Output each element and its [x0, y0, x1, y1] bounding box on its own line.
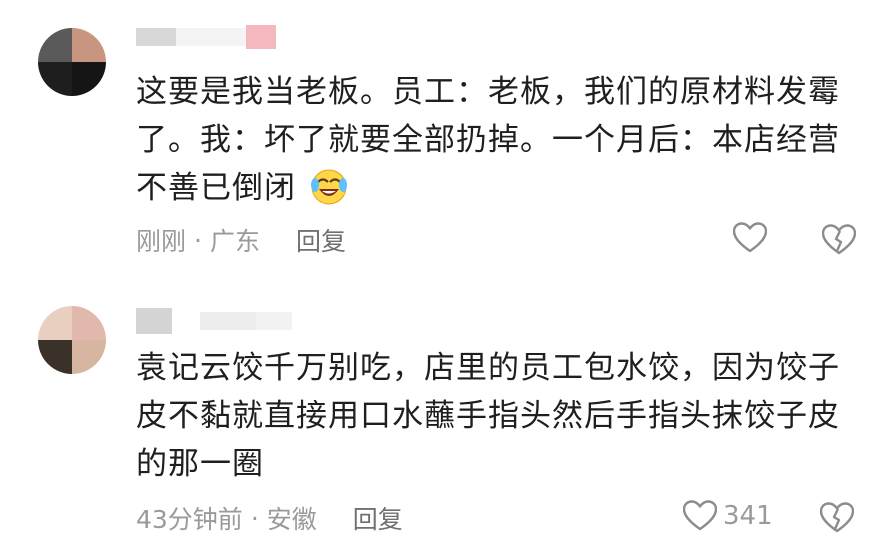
- username-blurred[interactable]: [136, 25, 276, 49]
- comment-time: 刚刚: [136, 227, 187, 256]
- comment-time: 43分钟前: [136, 505, 243, 534]
- avatar[interactable]: [38, 306, 106, 374]
- like-button[interactable]: 341: [683, 500, 773, 532]
- broken-heart-icon: [822, 224, 856, 256]
- like-count: 341: [723, 501, 773, 531]
- comment-text: 这要是我当老板。员工：老板，我们的原材料发霉了。我：坏了就要全部扔掉。一个月后：…: [136, 74, 840, 206]
- avatar[interactable]: [38, 28, 106, 96]
- comment-text: 袁记云饺千万别吃，店里的员工包水饺，因为饺子皮不黏就直接用口水蘸手指头然后手指头…: [136, 350, 840, 482]
- like-button[interactable]: [733, 222, 773, 254]
- heart-icon: [733, 222, 767, 254]
- heart-icon: [683, 500, 717, 532]
- crying-laughing-face-emoji: [309, 166, 349, 206]
- dislike-button[interactable]: [820, 502, 854, 534]
- separator: ·: [194, 225, 202, 255]
- broken-heart-icon: [820, 502, 854, 534]
- comment-item: 袁记云饺千万别吃，店里的员工包水饺，因为饺子皮不黏就直接用口水蘸手指头然后手指头…: [0, 292, 896, 550]
- username-blurred[interactable]: [136, 308, 292, 334]
- dislike-button[interactable]: [822, 224, 856, 256]
- comment-location: 广东: [209, 227, 260, 256]
- comment-location: 安徽: [266, 505, 317, 534]
- comment-meta: 刚刚 · 广东 回复: [136, 222, 346, 258]
- reply-button[interactable]: 回复: [353, 500, 403, 536]
- comment-meta: 43分钟前 · 安徽 回复: [136, 500, 403, 536]
- comment-item: 这要是我当老板。员工：老板，我们的原材料发霉了。我：坏了就要全部扔掉。一个月后：…: [0, 0, 896, 280]
- reply-button[interactable]: 回复: [296, 222, 346, 258]
- separator: ·: [250, 503, 259, 533]
